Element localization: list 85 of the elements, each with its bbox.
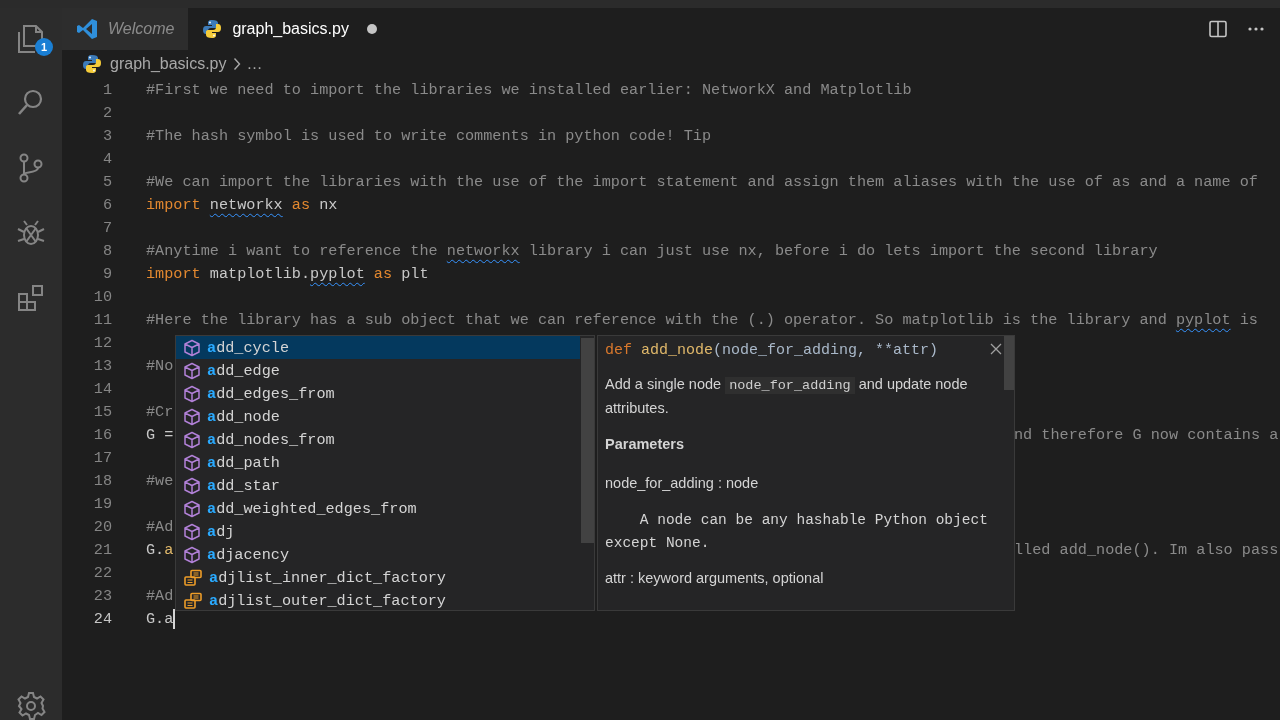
line-number: 17: [92, 448, 113, 467]
line-number: 6: [101, 195, 113, 214]
line-number: 1: [101, 80, 113, 99]
suggestion-item[interactable]: add_edge: [176, 359, 580, 382]
code-text: lled add_node(). Im also pass: [1014, 540, 1279, 559]
line-number: 19: [92, 494, 113, 513]
python-icon: [203, 20, 222, 38]
cube-icon: [183, 522, 201, 541]
cube-icon: [183, 499, 201, 518]
scrollbar-thumb[interactable]: [1004, 336, 1014, 390]
suggestion-item[interactable]: adjlist_outer_dict_factory: [176, 589, 580, 612]
suggestion-item[interactable]: add_star: [176, 474, 580, 497]
cube-icon: [183, 384, 201, 403]
cube-icon: [183, 361, 201, 380]
close-icon[interactable]: [990, 343, 1002, 355]
cube-icon: [183, 476, 201, 495]
code-text: #First we need to import the libraries we installed earlier: NetworkX and Matplotlib: [146, 80, 912, 99]
suggestion-item[interactable]: add_cycle: [176, 336, 580, 359]
cube-icon: [183, 338, 201, 357]
line-number: 15: [92, 402, 113, 421]
code-text: #we: [146, 471, 174, 490]
line-number: 18: [92, 471, 113, 490]
code-text: import networkx as nx: [146, 195, 338, 214]
suggestion-item[interactable]: add_nodes_from: [176, 428, 580, 451]
code-text: #No: [146, 356, 174, 375]
code-text: nd therefore G now contains a: [1014, 425, 1279, 444]
description-text: Add a single node node_for_adding and update node attributes.: [605, 375, 969, 418]
python-icon: [83, 55, 101, 73]
notification-badge: 1: [35, 38, 53, 56]
code-text: import matplotlib.pyplot as plt: [146, 264, 429, 283]
code-text: #The hash symbol is used to write comments in python code! Tip: [146, 126, 712, 145]
settings-icon[interactable]: [15, 690, 47, 720]
suggestion-item[interactable]: adjlist_inner_dict_factory: [176, 566, 580, 589]
suggestion-item[interactable]: add_weighted_edges_from: [176, 497, 580, 520]
chevron-icon: [232, 57, 241, 71]
line-number: 8: [101, 241, 113, 260]
line-number: 23: [92, 586, 113, 605]
suggestion-item[interactable]: adj: [176, 520, 580, 543]
line-number: 9: [101, 264, 113, 283]
editor-tab[interactable]: Welcome: [62, 8, 189, 50]
code-text: #Cr: [146, 402, 174, 421]
scrollbar-thumb[interactable]: [581, 338, 594, 543]
line-number: 22: [92, 563, 113, 582]
split-editor-icon[interactable]: [1209, 20, 1227, 38]
line-number: 7: [101, 218, 113, 237]
line-number: 16: [92, 425, 113, 444]
cube-icon: [183, 545, 201, 564]
line-number: 21: [92, 540, 113, 559]
parameter-description: A node can be any hashable Python object except None.: [605, 511, 989, 553]
breadcrumb-item[interactable]: …: [246, 55, 263, 73]
cube-icon: [183, 430, 201, 449]
cube-icon: [183, 407, 201, 426]
app-logo-icon: [77, 19, 97, 39]
parameter-text: attr : keyword arguments, optional: [605, 569, 825, 588]
line-number: 10: [92, 287, 113, 306]
line-number: 12: [92, 333, 113, 352]
section-heading: Parameters: [605, 436, 685, 452]
line-number: 13: [92, 356, 113, 375]
breadcrumb-item[interactable]: graph_basics.py: [82, 54, 227, 74]
line-number: 2: [101, 103, 113, 122]
suggestion-item[interactable]: add_node: [176, 405, 580, 428]
suggestion-item[interactable]: add_path: [176, 451, 580, 474]
code-text: G.a: [146, 609, 174, 628]
parameter-text: node_for_adding : node: [605, 474, 760, 493]
code-text: #Ad: [146, 586, 174, 605]
more-icon[interactable]: [1247, 26, 1265, 32]
cube-icon: [183, 453, 201, 472]
suggestion-item[interactable]: adjacency: [176, 543, 580, 566]
line-number: 24: [92, 609, 113, 628]
line-number: 3: [101, 126, 113, 145]
line-number: 20: [92, 517, 113, 536]
code-text: #Here the library has a sub object that we can reference with the (.) operator. So matplotlib is the library and pyplot is: [146, 310, 1258, 329]
line-number: 4: [101, 149, 113, 168]
enum-icon: [183, 568, 203, 587]
function-signature: def add_node(node_for_adding, **attr): [605, 342, 940, 359]
suggestion-item[interactable]: add_edges_from: [176, 382, 580, 405]
code-text: #Ad: [146, 517, 174, 536]
line-number: 11: [92, 310, 113, 329]
code-text: G =: [146, 425, 175, 444]
line-number: 14: [92, 379, 113, 398]
code-text: G.a: [146, 540, 175, 559]
code-text: #We can import the libraries with the use of the import statement and assign them aliases with the use of as and a name of: [146, 172, 1258, 191]
enum-icon: [183, 591, 203, 610]
line-number: 5: [101, 172, 113, 191]
code-text: #Anytime i want to reference the networkx library i can just use nx, before i do lets import the second library: [146, 241, 1158, 260]
